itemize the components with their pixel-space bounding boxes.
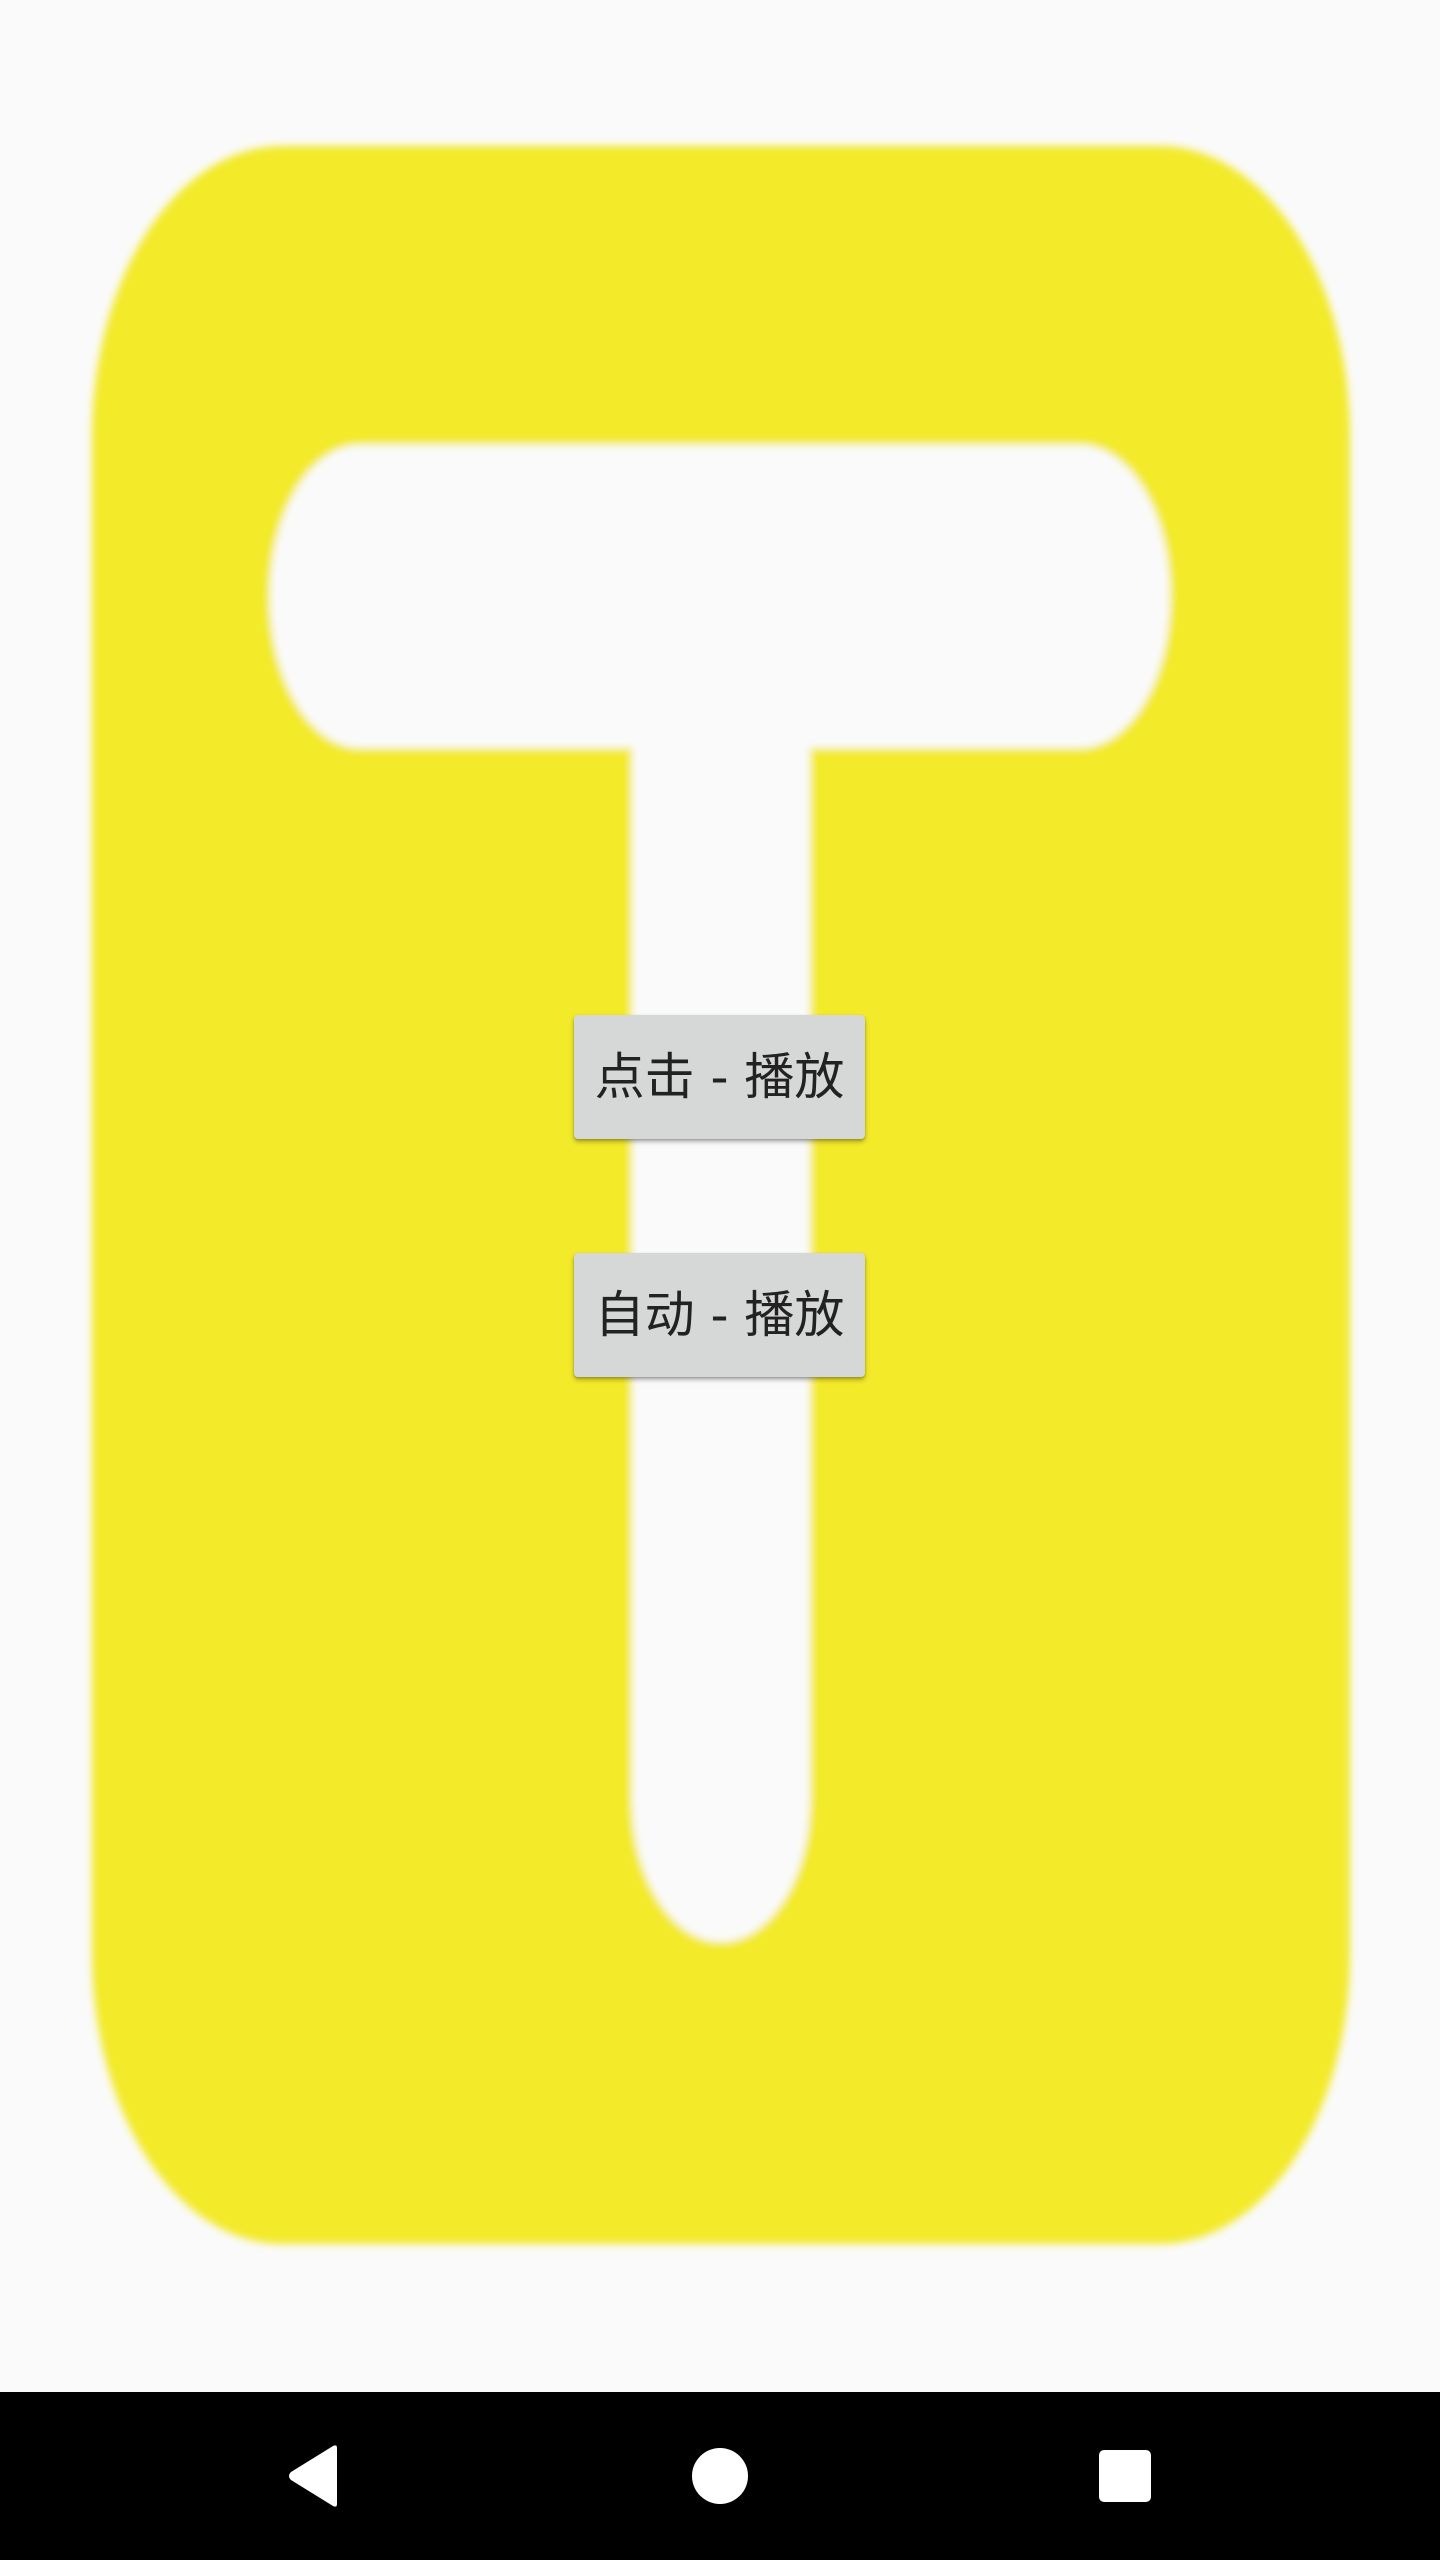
navigation-bar: [0, 2392, 1440, 2560]
nav-recents-button[interactable]: [1025, 2392, 1225, 2560]
auto-play-button[interactable]: 自动 - 播放: [574, 1253, 865, 1377]
screen: 点击 - 播放 自动 - 播放: [0, 0, 1440, 2560]
nav-back-button[interactable]: [215, 2392, 415, 2560]
nav-home-button[interactable]: [620, 2392, 820, 2560]
click-play-button[interactable]: 点击 - 播放: [574, 1015, 865, 1139]
app-content: 点击 - 播放 自动 - 播放: [0, 0, 1440, 2392]
t-logo-icon: [92, 146, 1350, 2244]
back-triangle-icon: [289, 2445, 337, 2507]
recents-square-icon: [1099, 2450, 1151, 2502]
home-circle-icon: [692, 2448, 748, 2504]
